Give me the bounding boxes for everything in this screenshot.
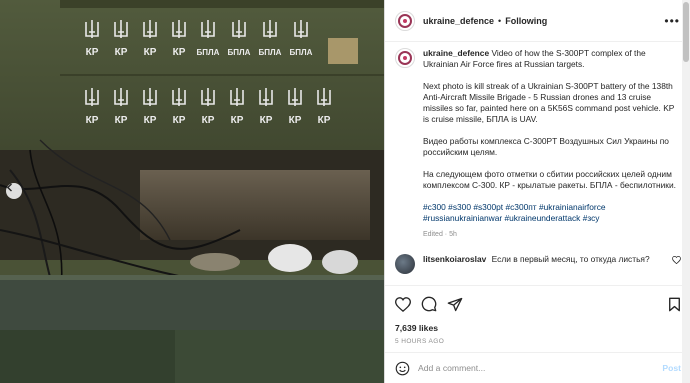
share-icon xyxy=(447,297,463,311)
kill-mark-label: КР xyxy=(144,47,157,58)
hashtag-link[interactable]: #с300пт xyxy=(505,202,536,212)
kill-mark-label: БПЛА xyxy=(290,48,313,57)
like-comment-icon[interactable] xyxy=(672,256,681,264)
comment-text: Если в первый месяц, то откуда листья? xyxy=(491,254,650,264)
vehicle-photo-illustration: КР КР КР КР БПЛА БПЛА БПЛА БПЛА КР КР КР КР КР КР КР КР… xyxy=(0,0,384,383)
kill-mark-label: БПЛА xyxy=(228,48,251,57)
edited-timestamp: Edited · 5h xyxy=(423,231,457,238)
avatar[interactable] xyxy=(395,10,415,31)
caption-text-ru-1: Видео работы комплекса С-300PT Воздушных… xyxy=(423,136,669,157)
hashtag-link[interactable]: #ukrainianairforce xyxy=(539,202,606,212)
hashtag-link[interactable]: #ukraineunderattack xyxy=(504,213,580,223)
save-button[interactable] xyxy=(668,297,681,312)
caption-avatar[interactable] xyxy=(395,48,415,68)
hashtags: #с300 #s300 #s300pt #с300пт #ukrainianai… xyxy=(423,202,681,224)
caption: ukraine_defence Video of how the S-300PT… xyxy=(395,48,681,240)
kill-mark-label: БПЛА xyxy=(259,48,282,57)
hashtag-link[interactable]: #s300pt xyxy=(473,202,503,212)
hashtag-link[interactable]: #зсу xyxy=(583,213,600,223)
hashtag-link[interactable]: #с300 xyxy=(423,202,446,212)
kill-mark-label: КР xyxy=(115,115,128,126)
hashtag-link[interactable]: #russianukrainianwar xyxy=(423,213,502,223)
kill-mark-label: КР xyxy=(260,115,273,126)
more-options-icon[interactable]: ••• xyxy=(664,14,680,28)
kill-mark-label: БПЛА xyxy=(197,48,220,57)
following-button[interactable]: Following xyxy=(505,16,547,26)
kill-mark-label: КР xyxy=(289,115,302,126)
scrollbar[interactable] xyxy=(682,0,690,383)
bookmark-icon xyxy=(669,297,680,311)
post-photo: КР КР КР КР БПЛА БПЛА БПЛА БПЛА КР КР КР КР КР КР КР КР… xyxy=(0,0,384,383)
previous-slide-button[interactable] xyxy=(6,183,22,199)
caption-text-en-2: Next photo is kill streak of a Ukrainian… xyxy=(423,81,675,124)
emoji-icon[interactable] xyxy=(395,361,410,376)
post-actions: 7,639 likes 5 HOURS AGO xyxy=(385,285,690,345)
kill-mark-label: КР xyxy=(173,47,186,58)
hashtag-link[interactable]: #s300 xyxy=(448,202,471,212)
comments-section: ukraine_defence Video of how the S-300PT… xyxy=(385,42,690,285)
comment-icon xyxy=(421,296,437,312)
heart-icon xyxy=(395,296,411,312)
comment-input[interactable] xyxy=(418,363,663,373)
kill-mark-label: КР xyxy=(318,115,331,126)
kill-mark-label: КР xyxy=(202,115,215,126)
kill-mark-label: КР xyxy=(86,47,99,58)
likes-count[interactable]: 7,639 likes xyxy=(395,323,681,333)
header-separator: • xyxy=(498,15,502,26)
comment-item: litsenkoiaroslav Если в первый месяц, то… xyxy=(395,254,681,274)
author-username[interactable]: ukraine_defence xyxy=(423,16,494,26)
caption-text-ru-2: На следующем фото отметки о сбитии росси… xyxy=(423,169,676,190)
kill-mark-label: КР xyxy=(144,115,157,126)
post-header: ukraine_defence • Following ••• xyxy=(385,0,690,42)
kill-mark-label: КР xyxy=(86,115,99,126)
like-button[interactable] xyxy=(395,296,411,312)
post-details-panel: ukraine_defence • Following ••• ukraine_… xyxy=(384,0,690,383)
add-comment-bar: Post xyxy=(385,352,690,383)
post-comment-button[interactable]: Post xyxy=(662,363,681,373)
commenter-avatar[interactable] xyxy=(395,254,415,274)
share-button[interactable] xyxy=(447,297,463,312)
commenter-username[interactable]: litsenkoiaroslav xyxy=(423,254,486,264)
comment-button[interactable] xyxy=(421,296,437,312)
kill-mark-label: КР xyxy=(173,115,186,126)
kill-mark-label: КР xyxy=(231,115,244,126)
post-timestamp[interactable]: 5 HOURS AGO xyxy=(395,338,681,345)
kill-mark-label: КР xyxy=(115,47,128,58)
caption-username[interactable]: ukraine_defence xyxy=(423,48,489,58)
chevron-left-icon xyxy=(6,183,12,192)
scrollbar-thumb[interactable] xyxy=(683,2,689,62)
